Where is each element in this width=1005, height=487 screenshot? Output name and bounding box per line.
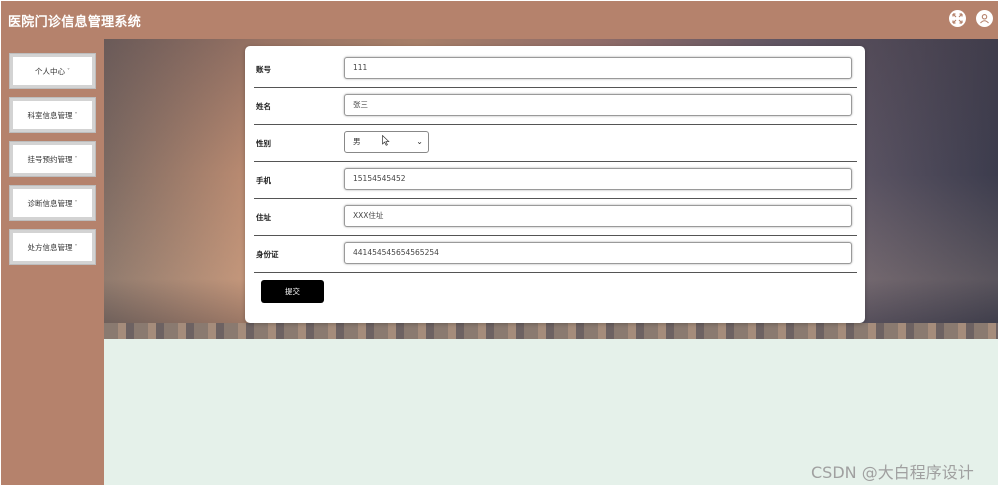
personal-info-form: 账号 111 姓名 张三 性别 男 ⌄ 手机 15154545452 住址 XX…	[245, 46, 865, 323]
sidebar-item-label: 个人中心	[35, 66, 65, 76]
sidebar-item-label: 处方信息管理	[27, 242, 73, 252]
name-label: 姓名	[256, 102, 271, 111]
address-label: 住址	[256, 213, 271, 222]
mouse-cursor-icon	[382, 135, 390, 146]
account-label: 账号	[256, 65, 271, 74]
form-row-account: 账号 111	[254, 51, 857, 88]
sidebar-item-appointment-management[interactable]: 挂号预约管理 ˅	[10, 142, 95, 176]
address-input[interactable]: XXX住址	[344, 205, 852, 227]
sidebar-item-prescription-management[interactable]: 处方信息管理 ˅	[10, 230, 95, 264]
submit-button[interactable]: 提交	[261, 280, 324, 303]
sidebar-item-label: 科室信息管理	[27, 110, 73, 120]
chevron-down-icon: ˅	[74, 155, 78, 163]
chevron-down-icon: ⌄	[416, 137, 423, 146]
id-card-input[interactable]: 441454545654565254	[344, 242, 852, 264]
watermark: CSDN @大白程序设计	[811, 463, 974, 482]
sidebar-item-label: 挂号预约管理	[27, 154, 73, 164]
sidebar: 个人中心 ˅ 科室信息管理 ˅ 挂号预约管理 ˅ 诊断信息管理 ˅ 处方信息管理 ˅	[1, 39, 104, 485]
user-icon[interactable]	[976, 10, 993, 27]
sidebar-item-diagnosis-management[interactable]: 诊断信息管理 ˅	[10, 186, 95, 220]
sidebar-item-department-management[interactable]: 科室信息管理 ˅	[10, 98, 95, 132]
gender-selected-value: 男	[353, 137, 361, 146]
app-title: 医院门诊信息管理系统	[8, 15, 142, 30]
chevron-down-icon: ˅	[74, 243, 78, 251]
gender-label: 性别	[256, 139, 271, 148]
chevron-down-icon: ˅	[67, 67, 70, 75]
fullscreen-icon[interactable]	[949, 10, 966, 27]
phone-input[interactable]: 15154545452	[344, 168, 852, 190]
account-input[interactable]: 111	[344, 57, 852, 79]
chevron-down-icon: ˅	[74, 111, 78, 119]
form-row-name: 姓名 张三	[254, 88, 857, 125]
sidebar-item-personal-center[interactable]: 个人中心 ˅	[10, 54, 95, 88]
form-row-address: 住址 XXX住址	[254, 199, 857, 236]
form-row-id-card: 身份证 441454545654565254	[254, 236, 857, 273]
chevron-down-icon: ˅	[74, 199, 78, 207]
sidebar-item-label: 诊断信息管理	[27, 198, 73, 208]
phone-label: 手机	[256, 176, 271, 185]
id-card-label: 身份证	[256, 250, 279, 259]
name-input[interactable]: 张三	[344, 94, 852, 116]
form-row-gender: 性别 男 ⌄	[254, 125, 857, 162]
form-row-phone: 手机 15154545452	[254, 162, 857, 199]
banner-skyline	[104, 323, 998, 339]
top-header: 医院门诊信息管理系统	[1, 1, 998, 39]
